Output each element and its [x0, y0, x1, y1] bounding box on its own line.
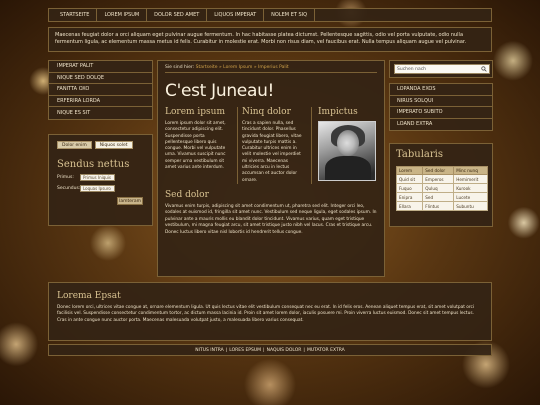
- table-cell: Hemimerit: [453, 174, 488, 184]
- leftnav-item-fanitta-oxo[interactable]: FANITTA OXO: [49, 84, 152, 96]
- login-tabs: Dolor enim Niquos solet: [57, 141, 144, 149]
- leftnav-item-nique-sed-dolqe[interactable]: NIQUE SED DOLQE: [49, 73, 152, 84]
- section-title-sed-dolor: Sed dolor: [165, 189, 209, 200]
- main-content: Sie sind hier: Startseite » Lorem Ipsum …: [157, 60, 385, 277]
- table-cell: Lucete: [453, 192, 488, 202]
- login-box: Dolor enim Niquos solet Sendus nettus Pr…: [48, 134, 153, 226]
- table-cell: Subuntu: [453, 201, 488, 211]
- breadcrumb: Sie sind hier: Startseite » Lorem Ipsum …: [165, 65, 377, 73]
- leftnav-item-erferira-lorda[interactable]: ERFERIRA LORDA: [49, 96, 152, 107]
- table-header: Sed dolor: [422, 166, 455, 175]
- table-cell: Fuquo: [395, 183, 424, 193]
- field-label-secundus: Secundus:: [57, 186, 81, 191]
- footer-navigation: NITUS INTRA | LORES EPSUM | NAQUIS DOLOR…: [48, 344, 492, 356]
- left-navigation: IMPERAT PALIT NIQUE SED DOLQE FANITTA OX…: [48, 60, 153, 120]
- column-ninq-dolor: Ninq dolor Cras a sapien nulla, sed tinc…: [236, 107, 311, 184]
- primus-input[interactable]: Primus Iniquis: [80, 174, 115, 181]
- search-box: Suchen nach: [389, 60, 493, 78]
- tab-niquos-solet[interactable]: Niquos solet: [94, 141, 133, 149]
- column-title-lorem-ipsum: Lorem ipsum: [165, 107, 226, 117]
- topnav-item-startseite[interactable]: STARTSEITE: [53, 9, 98, 21]
- table-cell: Quid sit: [395, 174, 424, 184]
- leftnav-item-nique-es-sit[interactable]: NIQUE ES SIT: [49, 107, 152, 119]
- content-columns: Lorem ipsum Lorem ipsum dolor sit amet, …: [165, 107, 377, 184]
- table-row: Ellara Flintus Subuntu: [395, 201, 488, 211]
- topnav-item-lorem-ipsum[interactable]: LOREM IPSUM: [97, 9, 148, 21]
- table-row: Fuquo Quluq Kurook: [395, 183, 488, 193]
- topnav-item-dolor-sed-amet[interactable]: DOLOR SED AMET: [147, 9, 208, 21]
- intro-text: Maecenas feugiat dolor a orci aliquam eg…: [48, 27, 492, 52]
- tabularis-title: Tabularis: [396, 149, 443, 160]
- table-header-row: Lorem Sed dolor Minc nunq: [395, 166, 488, 175]
- table-header: Lorem: [395, 166, 424, 175]
- tabularis-box: Tabularis Lorem Sed dolor Minc nunq Quid…: [389, 143, 493, 227]
- bottom-text: Donec lorem orci, ultrices vitae congue …: [57, 305, 475, 323]
- column-text-ninq-dolor: Cras a sapien nulla, sed tincidunt dolor…: [241, 121, 302, 183]
- footer-link-mutator-extra[interactable]: MUTATOR EXTRA: [307, 348, 345, 353]
- field-row-primus: Primus: Primus Iniquis: [57, 174, 144, 181]
- data-table: Lorem Sed dolor Minc nunq Quid sit Emper…: [395, 166, 488, 211]
- table-header: Minc nunq: [453, 166, 488, 175]
- page-title: C'est Juneau!: [165, 81, 275, 101]
- table-cell: Flintus: [422, 201, 455, 211]
- bottom-section: Lorema Epsat Donec lorem orci, ultrices …: [48, 282, 492, 341]
- table-cell: Sed: [422, 192, 455, 202]
- table-cell: Enipra: [395, 192, 424, 202]
- column-title-impictus: Impictus: [318, 107, 358, 117]
- submit-button[interactable]: Iamteram: [117, 197, 143, 205]
- login-title: Sendus nettus: [57, 159, 130, 170]
- leftnav-item-imperat-palit[interactable]: IMPERAT PALIT: [49, 61, 152, 73]
- secundus-input[interactable]: Loquas Ipsuro: [80, 185, 115, 192]
- table-cell: Kurook: [453, 183, 488, 193]
- topnav-item-nolem-et-siq[interactable]: NOLEM ET SIQ: [264, 9, 316, 21]
- search-input[interactable]: Suchen nach: [394, 64, 490, 74]
- topnav-item-liquos-imperat[interactable]: LIQUOS IMPERAT: [207, 9, 265, 21]
- column-impictus: Impictus: [311, 107, 377, 184]
- column-lorem-ipsum: Lorem ipsum Lorem ipsum dolor sit amet, …: [165, 107, 237, 184]
- rightnav-item-nirus-solqui[interactable]: NIRUS SOLQUI: [390, 96, 492, 107]
- portrait-photo: [318, 121, 376, 181]
- table-cell: Emperos: [422, 174, 455, 184]
- rightnav-item-lopanda-exos[interactable]: LOPANDA EXOS: [390, 84, 492, 96]
- table-cell: Quluq: [422, 183, 455, 193]
- field-label-primus: Primus:: [57, 175, 74, 180]
- column-text-lorem-ipsum: Lorem ipsum dolor sit amet, consectetur …: [165, 121, 226, 171]
- search-icon[interactable]: [481, 66, 487, 72]
- tab-dolor-enim[interactable]: Dolor enim: [57, 141, 92, 149]
- search-placeholder: Suchen nach: [397, 66, 427, 72]
- section-text-sed-dolor: Vivamus enim turpis, adipiscing sit amet…: [165, 203, 377, 235]
- top-navigation: STARTSEITE LOREM IPSUM DOLOR SED AMET LI…: [48, 8, 492, 22]
- table-row: Enipra Sed Lucete: [395, 192, 488, 202]
- breadcrumb-links[interactable]: Startseite » Lorem Ipsum » Imperius Pali…: [196, 65, 289, 70]
- rightnav-item-imperato-subito[interactable]: IMPERATO SUBITO: [390, 107, 492, 119]
- right-navigation: LOPANDA EXOS NIRUS SOLQUI IMPERATO SUBIT…: [389, 83, 493, 131]
- column-title-ninq-dolor: Ninq dolor: [241, 107, 291, 117]
- footer-link-lores-epsum[interactable]: LORES EPSUM: [229, 348, 261, 353]
- table-cell: Ellara: [395, 201, 424, 211]
- footer-link-nitus-intra[interactable]: NITUS INTRA: [195, 348, 224, 353]
- rightnav-item-loand-extra[interactable]: LOAND EXTRA: [390, 119, 492, 131]
- field-row-secundus: Secundus: Loquas Ipsuro: [57, 185, 144, 192]
- breadcrumb-prefix: Sie sind hier:: [165, 65, 195, 70]
- footer-link-naquis-dolor[interactable]: NAQUIS DOLOR: [267, 348, 302, 353]
- bottom-title: Lorema Epsat: [57, 291, 121, 301]
- table-row: Quid sit Emperos Hemimerit: [395, 174, 488, 184]
